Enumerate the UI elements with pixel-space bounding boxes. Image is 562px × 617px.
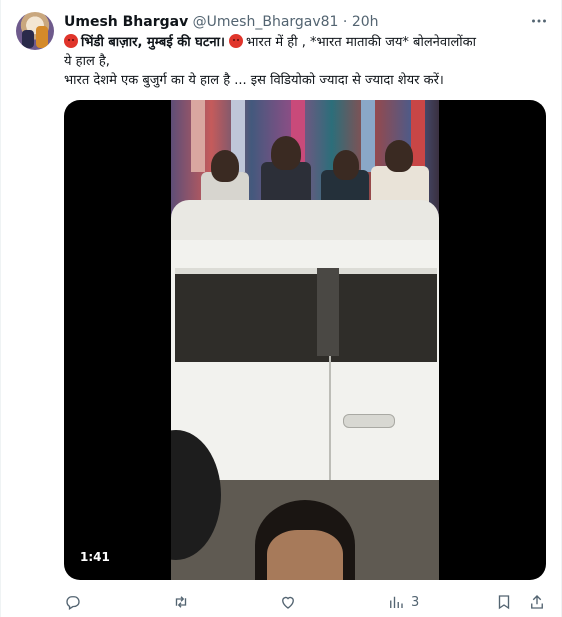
video-player[interactable]: 1:41: [64, 100, 546, 580]
tweet-text: भिंडी बाज़ार, मुम्बई की घटना। भारत में ह…: [64, 33, 550, 90]
heart-icon: [282, 596, 294, 609]
tweet-text-line1: भारत में ही , *भारत माताकी जय* बोलनेवालो…: [246, 35, 477, 50]
left-border: [0, 0, 1, 617]
separator-dot: ·: [342, 14, 348, 30]
share-icon: [531, 595, 543, 609]
person-head: [385, 140, 413, 172]
tweet-text-line2: ये हाल है,: [64, 54, 110, 69]
person-head: [271, 136, 301, 170]
avatar-figure: [36, 26, 48, 48]
person-head: [211, 150, 239, 182]
car-window: [175, 268, 437, 362]
tweet-time[interactable]: 20h: [352, 14, 379, 30]
hanging-cloth: [361, 100, 375, 172]
angry-face-emoji-icon: [64, 34, 78, 48]
video-frame[interactable]: [171, 100, 439, 580]
video-duration: 1:41: [74, 548, 116, 566]
reply-icon: [66, 596, 80, 610]
car-door-handle: [343, 414, 395, 428]
author-handle[interactable]: @Umesh_Bhargav81: [193, 14, 339, 30]
tweet-header: Umesh Bhargav @Umesh_Bhargav81 · 20h: [64, 13, 379, 31]
retweet-icon: [175, 596, 187, 608]
bookmark-icon: [498, 595, 510, 610]
analytics-icon: [390, 596, 403, 608]
car-pillar: [317, 268, 339, 356]
angry-face-emoji-icon: [229, 34, 244, 48]
author-name[interactable]: Umesh Bhargav: [64, 14, 188, 30]
more-dots-icon[interactable]: [528, 10, 550, 32]
action-bar: 3: [64, 592, 550, 612]
retweet-button[interactable]: [172, 592, 196, 612]
bookmark-button[interactable]: [495, 592, 513, 612]
share-button[interactable]: [528, 592, 546, 612]
hanging-cloth: [191, 100, 205, 172]
avatar-figure: [22, 30, 34, 48]
hanging-cloth: [411, 100, 425, 172]
like-button[interactable]: [279, 592, 303, 612]
tweet-text-line3: भारत देशमे एक बुजुर्ग का ये हाल है ... इ…: [64, 73, 444, 88]
person-head: [333, 150, 359, 180]
avatar[interactable]: [16, 12, 54, 50]
views-button[interactable]: 3: [387, 592, 419, 612]
reply-button[interactable]: [64, 592, 88, 612]
foreground-face: [267, 530, 343, 580]
tweet-text-headline: भिंडी बाज़ार, मुम्बई की घटना।: [81, 35, 225, 50]
views-count: 3: [411, 594, 420, 610]
